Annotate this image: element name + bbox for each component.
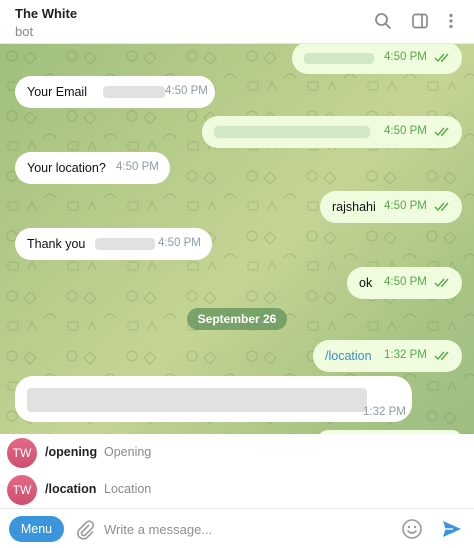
- message-time: 4:50 PM: [158, 237, 201, 249]
- avatar: TW: [7, 475, 37, 505]
- command-description: Location: [104, 482, 152, 496]
- attach-icon[interactable]: [74, 519, 96, 541]
- message-bubble-incoming[interactable]: Thank you 4:50 PM: [15, 228, 212, 260]
- double-check-icon: [434, 351, 449, 361]
- message-bubble-outgoing[interactable]: /location 1:32 PM: [313, 340, 462, 372]
- message-text: rajshahi: [332, 200, 376, 214]
- command-name: /location: [45, 482, 97, 496]
- message-text: Thank you: [27, 237, 86, 251]
- message-bubble-outgoing[interactable]: ok 4:50 PM: [347, 267, 462, 299]
- message-time: 4:50 PM: [116, 161, 159, 173]
- double-check-icon: [434, 202, 449, 212]
- message-time: 4:50 PM: [165, 85, 208, 97]
- send-icon[interactable]: [441, 518, 463, 540]
- avatar: TW: [7, 438, 37, 468]
- message-text: Your Email: [27, 85, 87, 99]
- message-list[interactable]: 4:50 PM Your Email 4:50 PM 4:50 PM Your …: [0, 44, 474, 434]
- search-icon[interactable]: [372, 10, 394, 32]
- date-separator: September 26: [187, 308, 287, 330]
- message-text: ok: [359, 276, 373, 290]
- double-check-icon: [434, 53, 449, 63]
- message-time: 4:50 PM: [384, 125, 427, 137]
- redacted-text: [304, 53, 374, 64]
- redacted-text: [27, 388, 367, 412]
- emoji-icon[interactable]: [401, 518, 423, 540]
- command-description: Opening: [104, 445, 152, 459]
- message-time: 4:50 PM: [384, 200, 427, 212]
- command-name: /opening: [45, 445, 98, 459]
- message-text: Your location?: [27, 161, 106, 175]
- double-check-icon: [434, 278, 449, 288]
- message-bubble-incoming[interactable]: Your location? 4:50 PM: [15, 152, 170, 184]
- composer: Menu: [0, 508, 474, 548]
- chat-title[interactable]: The White: [15, 6, 77, 21]
- command-suggestion[interactable]: TW /location Location: [0, 471, 474, 508]
- message-time: 4:50 PM: [384, 51, 427, 63]
- message-bubble-outgoing[interactable]: 4:50 PM: [202, 116, 462, 148]
- menu-button[interactable]: Menu: [9, 516, 64, 542]
- message-bubble-outgoing[interactable]: rajshahi 4:50 PM: [320, 191, 462, 223]
- message-bubble-incoming[interactable]: Your Email 4:50 PM: [15, 76, 215, 108]
- command-link[interactable]: /location: [325, 349, 372, 363]
- message-time: 4:50 PM: [384, 276, 427, 288]
- chat-header: The White bot: [0, 0, 474, 44]
- redacted-text: [95, 238, 155, 250]
- message-input[interactable]: [104, 519, 384, 539]
- command-suggestion[interactable]: TW /opening Opening: [0, 434, 474, 471]
- message-time: 1:32 PM: [363, 406, 406, 418]
- more-icon[interactable]: [440, 10, 462, 32]
- chat-subtitle: bot: [15, 24, 34, 39]
- message-bubble-outgoing[interactable]: 4:50 PM: [292, 44, 462, 74]
- redacted-text: [103, 86, 165, 98]
- message-bubble-incoming[interactable]: 1:32 PM: [15, 376, 412, 422]
- sidebar-toggle-icon[interactable]: [409, 10, 431, 32]
- message-time: 1:32 PM: [384, 349, 427, 361]
- double-check-icon: [434, 127, 449, 137]
- redacted-text: [214, 126, 370, 138]
